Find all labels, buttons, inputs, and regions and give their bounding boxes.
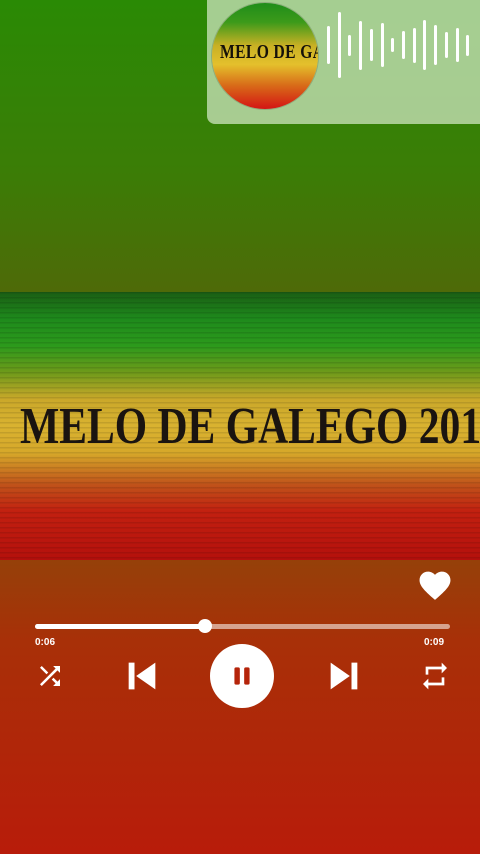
- mini-player[interactable]: MELO DE GAI: [207, 0, 480, 124]
- mini-album-art-text: MELO DE GAI: [220, 41, 318, 63]
- waveform-bar: [380, 23, 384, 67]
- waveform-bar: [327, 25, 330, 65]
- previous-button[interactable]: [120, 654, 164, 698]
- next-button[interactable]: [322, 654, 366, 698]
- skip-previous-icon: [128, 662, 156, 690]
- waveform-bar: [466, 34, 470, 56]
- waveform-bar: [402, 31, 405, 59]
- shuffle-button[interactable]: [32, 658, 68, 694]
- album-art: MELO DE GALEGO 2015: [0, 292, 480, 560]
- waveform-bar: [423, 19, 427, 71]
- skip-next-icon: [330, 662, 358, 690]
- total-time: 0:09: [424, 637, 445, 648]
- shuffle-icon: [40, 666, 60, 686]
- elapsed-time: 0:06: [35, 637, 56, 648]
- mini-album-art: MELO DE GAI: [212, 3, 318, 109]
- favorite-button[interactable]: [416, 566, 454, 602]
- seek-progress: [35, 624, 206, 629]
- waveform-bar: [412, 27, 416, 63]
- waveform-bar: [444, 31, 448, 59]
- waveform-bar: [337, 11, 341, 79]
- waveform-bar: [348, 34, 352, 56]
- pause-icon: [234, 667, 250, 685]
- repeat-button[interactable]: [416, 658, 454, 694]
- waveform-bar: [369, 29, 373, 61]
- seek-thumb[interactable]: [198, 619, 213, 633]
- album-title: MELO DE GALEGO 2015: [20, 398, 480, 455]
- pause-button[interactable]: [210, 644, 274, 708]
- audio-waveform: [327, 10, 477, 80]
- waveform-bar: [455, 28, 459, 62]
- waveform-bar: [391, 38, 395, 52]
- waveform-bar: [434, 24, 438, 66]
- waveform-bar: [359, 20, 363, 70]
- heart-icon: [419, 571, 451, 600]
- repeat-icon: [423, 662, 447, 690]
- seek-bar[interactable]: [35, 619, 450, 633]
